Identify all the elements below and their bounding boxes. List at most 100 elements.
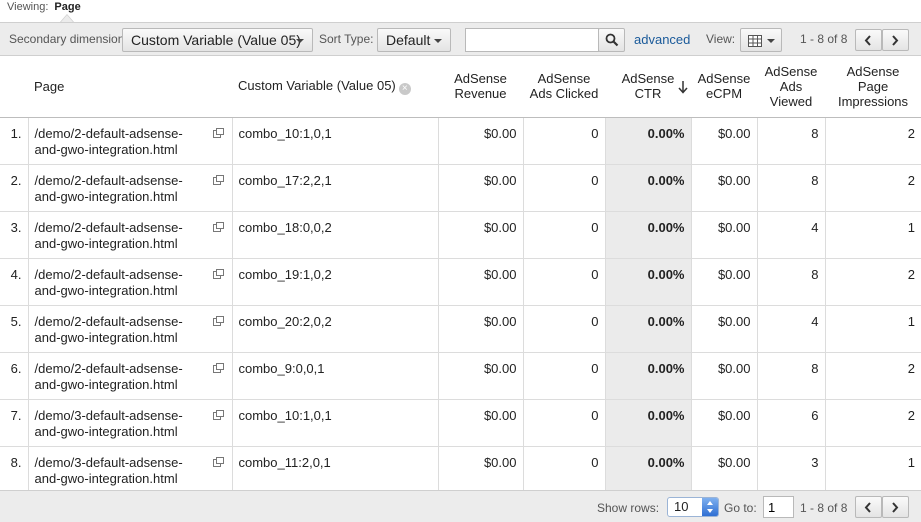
- header-line: AdSense: [621, 71, 675, 87]
- adsense-ecpm-cell: $0.00: [691, 305, 758, 353]
- adsense-ads-viewed-cell: 4: [757, 305, 826, 353]
- custom-variable-cell[interactable]: combo_11:2,0,1: [232, 446, 439, 494]
- adsense-ads-viewed-header[interactable]: AdSense Ads Viewed: [757, 56, 825, 118]
- adsense-ads-clicked-cell: 0: [523, 164, 606, 212]
- row-index: 5.: [0, 305, 29, 353]
- adsense-ads-clicked-cell: 0: [523, 399, 606, 447]
- page-cell: /demo/2-default-adsense-and-gwo-integrat…: [28, 164, 233, 212]
- popout-icon[interactable]: [212, 173, 224, 189]
- page-column-header[interactable]: Page: [28, 56, 232, 118]
- table-search-input[interactable]: [465, 28, 599, 52]
- adsense-ads-clicked-cell: 0: [523, 305, 606, 353]
- view-type-dropdown[interactable]: [740, 28, 782, 52]
- advanced-filter-link[interactable]: advanced: [634, 32, 690, 47]
- row-index: 2.: [0, 164, 29, 212]
- page-link[interactable]: /demo/2-default-adsense-and-gwo-integrat…: [35, 220, 183, 251]
- secondary-dimension-label: Secondary dimension:: [9, 32, 128, 46]
- page-link[interactable]: /demo/2-default-adsense-and-gwo-integrat…: [35, 126, 183, 157]
- chevron-down-icon: [296, 39, 304, 43]
- secondary-dimension-dropdown[interactable]: Custom Variable (Value 05): [122, 28, 313, 52]
- page-path-line: and-gwo-integration.html: [34, 188, 178, 204]
- goto-page-input[interactable]: [763, 496, 794, 518]
- header-line: CTR: [634, 86, 662, 102]
- header-line: Impressions: [837, 93, 909, 109]
- adsense-page-impressions-header[interactable]: AdSense Page Impressions: [825, 56, 921, 118]
- page-link[interactable]: /demo/3-default-adsense-and-gwo-integrat…: [35, 408, 183, 439]
- custom-variable-cell[interactable]: combo_10:1,0,1: [232, 117, 439, 165]
- custom-variable-cell[interactable]: combo_10:1,0,1: [232, 399, 439, 447]
- search-button[interactable]: [598, 28, 625, 52]
- adsense-ecpm-cell: $0.00: [691, 258, 758, 306]
- page-link[interactable]: /demo/2-default-adsense-and-gwo-integrat…: [35, 314, 183, 345]
- page-path-line: /demo/3-default-adsense-: [34, 454, 183, 470]
- page-cell: /demo/2-default-adsense-and-gwo-integrat…: [28, 352, 233, 400]
- adsense-ads-clicked-header[interactable]: AdSense Ads Clicked: [523, 56, 605, 118]
- sort-descending-icon: [678, 81, 688, 94]
- viewing-label: Viewing:: [7, 1, 49, 13]
- chevron-down-icon: [434, 39, 442, 43]
- header-line: Ads Clicked: [529, 86, 599, 102]
- adsense-page-impressions-cell: 1: [825, 305, 921, 353]
- row-index: 1.: [0, 117, 29, 165]
- viewing-pointer-icon: [60, 14, 74, 22]
- page-path-line: and-gwo-integration.html: [34, 141, 178, 157]
- remove-dimension-icon[interactable]: ×: [398, 82, 411, 95]
- header-line: Ads: [779, 78, 803, 94]
- header-line: Revenue: [454, 86, 507, 102]
- popout-icon[interactable]: [212, 126, 224, 142]
- previous-page-button[interactable]: [855, 496, 882, 518]
- table-row: 7./demo/3-default-adsense-and-gwo-integr…: [0, 399, 921, 447]
- adsense-ctr-cell: 0.00%: [605, 258, 692, 306]
- page-cell: /demo/2-default-adsense-and-gwo-integrat…: [28, 117, 233, 165]
- page-link[interactable]: /demo/2-default-adsense-and-gwo-integrat…: [35, 267, 183, 298]
- custom-variable-cell[interactable]: combo_18:0,0,2: [232, 211, 439, 259]
- page-link[interactable]: /demo/2-default-adsense-and-gwo-integrat…: [35, 361, 183, 392]
- row-index: 8.: [0, 446, 29, 494]
- previous-page-button[interactable]: [855, 29, 882, 51]
- adsense-revenue-header[interactable]: AdSense Revenue: [438, 56, 523, 118]
- custom-variable-cell[interactable]: combo_17:2,2,1: [232, 164, 439, 212]
- header-line: AdSense: [846, 63, 900, 79]
- row-index: 4.: [0, 258, 29, 306]
- popout-icon[interactable]: [212, 220, 224, 236]
- custom-variable-cell[interactable]: combo_19:1,0,2: [232, 258, 439, 306]
- next-page-button[interactable]: [882, 29, 909, 51]
- custom-variable-column-header[interactable]: Custom Variable (Value 05) ×: [232, 56, 438, 118]
- adsense-page-impressions-cell: 2: [825, 399, 921, 447]
- table-footer: Show rows: 10 Go to: 1 - 8 of 8: [0, 490, 921, 522]
- popout-icon[interactable]: [212, 455, 224, 471]
- header-line: Page: [857, 78, 889, 94]
- popout-icon[interactable]: [212, 267, 224, 283]
- custom-variable-cell[interactable]: combo_9:0,0,1: [232, 352, 439, 400]
- page-link[interactable]: /demo/3-default-adsense-and-gwo-integrat…: [35, 455, 183, 486]
- adsense-ecpm-cell: $0.00: [691, 164, 758, 212]
- custom-variable-cell[interactable]: combo_20:2,0,2: [232, 305, 439, 353]
- page-cell: /demo/2-default-adsense-and-gwo-integrat…: [28, 305, 233, 353]
- sort-type-label: Sort Type:: [319, 32, 374, 46]
- adsense-ads-clicked-cell: 0: [523, 446, 606, 494]
- popout-icon[interactable]: [212, 408, 224, 424]
- adsense-revenue-cell: $0.00: [438, 211, 524, 259]
- sort-type-dropdown[interactable]: Default: [377, 28, 451, 52]
- page-path-line: /demo/2-default-adsense-: [34, 125, 183, 141]
- next-page-button[interactable]: [882, 496, 909, 518]
- chevron-right-icon: [892, 35, 899, 46]
- popout-icon[interactable]: [212, 314, 224, 330]
- viewing-value[interactable]: Page: [54, 1, 80, 13]
- adsense-ecpm-header[interactable]: AdSense eCPM: [691, 56, 757, 118]
- page-path-line: /demo/2-default-adsense-: [34, 266, 183, 282]
- adsense-ads-viewed-cell: 6: [757, 399, 826, 447]
- pagination-range: 1 - 8 of 8: [800, 501, 848, 515]
- show-rows-select[interactable]: 10: [667, 497, 719, 517]
- adsense-ads-viewed-cell: 8: [757, 117, 826, 165]
- table-row: 1./demo/2-default-adsense-and-gwo-integr…: [0, 117, 921, 165]
- page-link[interactable]: /demo/2-default-adsense-and-gwo-integrat…: [35, 173, 183, 204]
- header-line: AdSense: [454, 71, 507, 87]
- page-path-line: and-gwo-integration.html: [34, 329, 178, 345]
- secondary-dimension-value: Custom Variable (Value 05): [131, 32, 301, 48]
- popout-icon[interactable]: [212, 361, 224, 377]
- adsense-page-impressions-cell: 2: [825, 258, 921, 306]
- page-cell: /demo/3-default-adsense-and-gwo-integrat…: [28, 399, 233, 447]
- goto-label: Go to:: [724, 501, 757, 515]
- adsense-ctr-header[interactable]: AdSense CTR: [605, 56, 691, 118]
